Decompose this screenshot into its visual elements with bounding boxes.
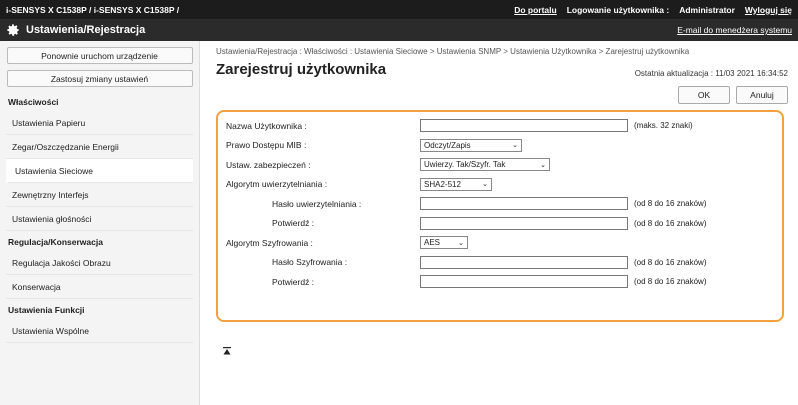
auth-confirm-input[interactable] [420,216,628,230]
auth-password-hint: (od 8 do 16 znaków) [634,199,707,209]
sidebar-item-maintenance[interactable]: Konserwacja [6,275,193,299]
page-section-title: Ustawienia/Rejestracja [26,24,146,36]
device-name: i-SENSYS X C1538P / i-SENSYS X C1538P / [6,4,180,15]
chevron-down-icon: ⌄ [540,161,546,169]
auth-confirm-label: Potwierdź : [272,218,315,229]
auth-algorithm-label: Algorytm uwierzytelniania : [226,179,328,190]
restart-device-button[interactable]: Ponownie uruchom urządzenie [6,47,193,64]
security-settings-select[interactable]: Uwierzy. Tak/Szyfr. Tak ⌄ [420,158,550,172]
chevron-down-icon: ⌄ [482,181,488,189]
user-name: Administrator [679,4,735,15]
sidebar-item-clock-energy[interactable]: Zegar/Oszczędzanie Energii [6,135,193,159]
breadcrumb: Ustawienia/Rejestracja : Właściwości : U… [216,47,690,56]
auth-algorithm-select[interactable]: SHA2-512 ⌄ [420,177,492,191]
encryption-confirm-hint: (od 8 do 16 znaków) [634,277,707,287]
sidebar-item-external-interface[interactable]: Zewnętrzny Interfejs [6,183,193,207]
sidebar-section-function-settings: Ustawienia Funkcji [8,305,85,315]
mib-access-label: Prawo Dostępu MIB : [226,140,307,151]
encryption-password-label: Hasło Szyfrowania : [272,257,348,268]
cancel-button[interactable]: Anuluj [736,86,788,104]
sidebar-section-properties: Właściwości [8,97,59,107]
gear-icon [7,24,19,36]
encryption-password-input[interactable] [420,255,628,269]
sidebar-item-volume[interactable]: Ustawienia głośności [6,207,193,231]
username-label: Nazwa Użytkownika : [226,120,307,131]
auth-password-label: Hasło uwierzytelniania : [272,198,362,209]
top-bar: i-SENSYS X C1538P / i-SENSYS X C1538P / … [0,0,798,19]
sidebar-item-network[interactable]: Ustawienia Sieciowe [6,159,193,183]
encryption-algorithm-select[interactable]: AES ⌄ [420,236,468,250]
auth-algorithm-value: SHA2-512 [424,179,461,189]
encryption-password-hint: (od 8 do 16 znaków) [634,257,707,267]
sidebar: Ponownie uruchom urządzenie Zastosuj zmi… [0,41,200,405]
portal-link[interactable]: Do portalu [514,5,557,15]
page-title: Zarejestruj użytkownika [216,61,387,78]
encryption-confirm-label: Potwierdź : [272,276,315,287]
security-settings-value: Uwierzy. Tak/Szyfr. Tak [424,160,506,170]
auth-confirm-hint: (od 8 do 16 znaków) [634,218,707,228]
security-settings-label: Ustaw. zabezpieczeń : [226,159,311,170]
login-user-label: Logowanie użytkownika : [566,4,670,15]
encryption-confirm-input[interactable] [420,275,628,289]
apply-settings-button[interactable]: Zastosuj zmiany ustawień [6,70,193,87]
username-hint: (maks. 32 znaki) [634,121,693,131]
scroll-to-top-icon[interactable] [222,346,232,356]
encryption-algorithm-label: Algorytm Szyfrowania : [226,237,313,248]
sidebar-item-paper[interactable]: Ustawienia Papieru [6,111,193,135]
main-content: Ustawienia/Rejestracja : Właściwości : U… [200,41,798,405]
sidebar-item-image-quality[interactable]: Regulacja Jakości Obrazu [6,251,193,275]
title-bar: Ustawienia/Rejestracja E-mail do menedże… [0,19,798,41]
mib-access-select[interactable]: Odczyt/Zapis ⌄ [420,138,522,152]
chevron-down-icon: ⌄ [512,142,518,150]
ok-button[interactable]: OK [678,86,730,104]
auth-password-input[interactable] [420,197,628,211]
last-updated: Ostatnia aktualizacja : 11/03 2021 16:34… [634,69,788,78]
sidebar-item-common-settings[interactable]: Ustawienia Wspólne [6,319,193,343]
logout-link[interactable]: Wyloguj się [745,5,792,15]
top-links: Do portalu Logowanie użytkownika : Admin… [514,5,792,15]
mib-access-value: Odczyt/Zapis [424,140,471,150]
encryption-algorithm-value: AES [424,238,441,248]
register-user-form: Nazwa Użytkownika : (maks. 32 znaki) Pra… [216,110,784,322]
chevron-down-icon: ⌄ [458,239,464,247]
email-admin-link[interactable]: E-mail do menedżera systemu [677,25,792,35]
username-input[interactable] [420,119,628,133]
sidebar-section-maintenance: Regulacja/Konserwacja [8,237,103,247]
